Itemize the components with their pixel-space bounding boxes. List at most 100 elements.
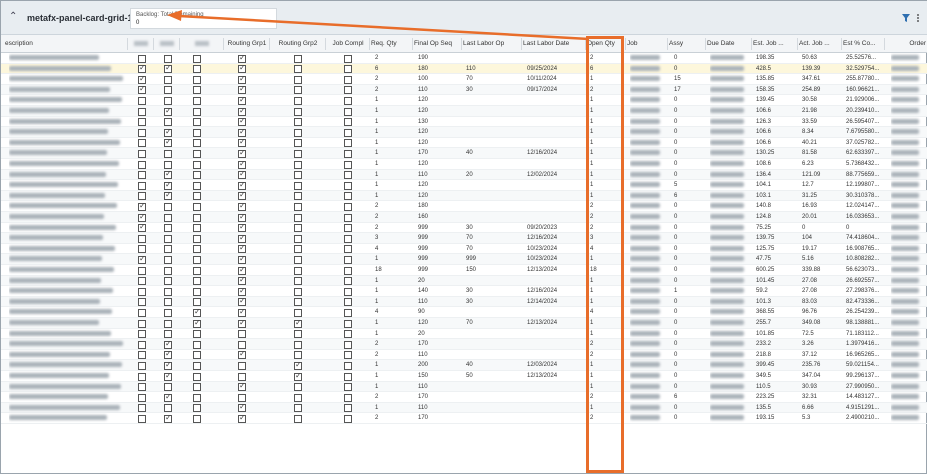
column-separator[interactable]: [705, 38, 706, 50]
flag-1-checkbox[interactable]: [138, 319, 146, 328]
column-separator[interactable]: [625, 38, 626, 50]
routing-grp2-checkbox[interactable]: [294, 96, 302, 105]
flag-1-checkbox[interactable]: [138, 266, 146, 275]
column-separator[interactable]: [153, 38, 154, 50]
flag-3-checkbox[interactable]: [193, 340, 201, 349]
col-req-qty-header[interactable]: Req. Qty: [371, 35, 412, 53]
flag-1-checkbox[interactable]: [138, 181, 146, 190]
flag-2-checkbox[interactable]: [164, 349, 172, 360]
routing-grp2-checkbox[interactable]: [294, 181, 302, 190]
routing-grp2-checkbox[interactable]: [294, 383, 302, 392]
routing-grp1-checkbox[interactable]: [238, 116, 246, 127]
table-row[interactable]: 1 20 1 0 101.85 72.5 71.183112...: [1, 329, 927, 340]
column-separator[interactable]: [667, 38, 668, 50]
flag-1-checkbox[interactable]: [138, 287, 146, 296]
job-compl-checkbox[interactable]: [344, 298, 352, 307]
routing-grp1-checkbox[interactable]: [238, 95, 246, 105]
flag-3-checkbox[interactable]: [193, 118, 201, 127]
flag-1-checkbox[interactable]: [138, 171, 146, 180]
routing-grp2-checkbox[interactable]: [294, 330, 302, 339]
column-separator[interactable]: [751, 38, 752, 50]
column-separator[interactable]: [127, 38, 128, 50]
table-row[interactable]: 1 120 70 12/13/2024 1 0 255.7 349.08 98.138881..…: [1, 318, 927, 329]
routing-grp1-checkbox[interactable]: [238, 137, 246, 148]
table-row[interactable]: 2 170 2 0 233.2 3.26 1.3979416...: [1, 339, 927, 350]
job-compl-checkbox[interactable]: [344, 181, 352, 190]
routing-grp1-checkbox[interactable]: [238, 201, 246, 211]
routing-grp2-checkbox[interactable]: [294, 54, 302, 63]
flag-3-checkbox[interactable]: [193, 351, 201, 360]
flag-1-checkbox[interactable]: [138, 128, 146, 137]
job-compl-checkbox[interactable]: [344, 255, 352, 264]
flag-2-checkbox[interactable]: [164, 360, 172, 370]
column-separator[interactable]: [841, 38, 842, 50]
job-compl-checkbox[interactable]: [344, 160, 352, 169]
routing-grp2-checkbox[interactable]: [294, 308, 302, 317]
routing-grp2-checkbox[interactable]: [294, 213, 302, 222]
routing-grp1-checkbox[interactable]: [238, 307, 246, 317]
flag-1-checkbox[interactable]: [138, 54, 146, 63]
table-row[interactable]: 1 110 1 0 135.5 6.66 4.9151291...: [1, 402, 927, 414]
table-row[interactable]: 1 120 1 0 139.45 30.58 21.929006...: [1, 95, 927, 106]
routing-grp2-checkbox[interactable]: [294, 86, 302, 95]
routing-grp1-checkbox[interactable]: [238, 402, 246, 413]
flag-2-checkbox[interactable]: [164, 224, 172, 233]
flag-3-checkbox[interactable]: [193, 287, 201, 296]
routing-grp2-checkbox[interactable]: [294, 277, 302, 286]
table-row[interactable]: 4 90 4 0 368.55 96.76 26.254239...: [1, 307, 927, 318]
flag-3-checkbox[interactable]: [193, 65, 201, 74]
job-compl-checkbox[interactable]: [344, 128, 352, 137]
col-job-compl-header[interactable]: Job Compl: [327, 35, 369, 53]
table-row[interactable]: 1 200 40 12/03/2024 1 0 399.45 235.76 59.021154.…: [1, 360, 927, 371]
routing-grp1-checkbox[interactable]: [238, 233, 246, 243]
flag-2-checkbox[interactable]: [164, 371, 172, 381]
table-row[interactable]: 2 999 30 09/20/2023 2 0 75.25 0 0: [1, 222, 927, 234]
flag-3-checkbox[interactable]: [193, 139, 201, 148]
job-compl-checkbox[interactable]: [344, 287, 352, 296]
job-compl-checkbox[interactable]: [344, 340, 352, 349]
flag-3-checkbox[interactable]: [193, 393, 201, 402]
flag-1-checkbox[interactable]: [138, 84, 146, 95]
flag-3-checkbox[interactable]: [193, 181, 201, 190]
routing-grp1-checkbox[interactable]: [238, 190, 246, 201]
routing-grp1-checkbox[interactable]: [238, 53, 246, 63]
job-compl-checkbox[interactable]: [344, 383, 352, 392]
flag-1-checkbox[interactable]: [138, 308, 146, 317]
routing-grp2-checkbox[interactable]: [294, 118, 302, 127]
flag-2-checkbox[interactable]: [164, 54, 172, 63]
flag-3-checkbox[interactable]: [193, 160, 201, 169]
flag-2-checkbox[interactable]: [164, 190, 172, 201]
column-separator[interactable]: [179, 38, 180, 50]
col-est-pct-header[interactable]: Est % Co...: [843, 35, 885, 53]
chevron-up-icon[interactable]: ⌃: [9, 12, 19, 22]
col-est-job-header[interactable]: Est. Job ...: [753, 35, 797, 53]
flag-3-checkbox[interactable]: [193, 107, 201, 116]
routing-grp2-checkbox[interactable]: [294, 255, 302, 264]
routing-grp1-checkbox[interactable]: [238, 340, 246, 349]
routing-grp1-checkbox[interactable]: [238, 318, 246, 328]
routing-grp1-checkbox[interactable]: [238, 84, 246, 95]
flag-1-checkbox[interactable]: [138, 404, 146, 413]
table-row[interactable]: 2 190 2 0 198.35 50.63 25.52576...: [1, 53, 927, 64]
flag-3-checkbox[interactable]: [193, 54, 201, 63]
routing-grp2-checkbox[interactable]: [294, 393, 302, 402]
routing-grp1-checkbox[interactable]: [238, 159, 246, 169]
col-assy-header[interactable]: Assy: [669, 35, 705, 53]
flag-2-checkbox[interactable]: [164, 330, 172, 339]
table-row[interactable]: 1 140 30 12/16/2024 1 1 59.2 27.08 27.298376...: [1, 286, 927, 297]
job-compl-checkbox[interactable]: [344, 213, 352, 222]
routing-grp1-checkbox[interactable]: [238, 106, 246, 116]
flag-2-checkbox[interactable]: [164, 213, 172, 222]
routing-grp2-checkbox[interactable]: [294, 171, 302, 180]
flag-2-checkbox[interactable]: [164, 298, 172, 307]
routing-grp1-checkbox[interactable]: [238, 169, 246, 180]
flag-3-checkbox[interactable]: [193, 318, 201, 328]
job-compl-checkbox[interactable]: [344, 266, 352, 275]
routing-grp1-checkbox[interactable]: [238, 63, 246, 74]
job-compl-checkbox[interactable]: [344, 54, 352, 63]
job-compl-checkbox[interactable]: [344, 361, 352, 370]
flag-3-checkbox[interactable]: [193, 245, 201, 254]
job-compl-checkbox[interactable]: [344, 351, 352, 360]
routing-grp2-checkbox[interactable]: [294, 234, 302, 243]
flag-3-checkbox[interactable]: [193, 277, 201, 286]
